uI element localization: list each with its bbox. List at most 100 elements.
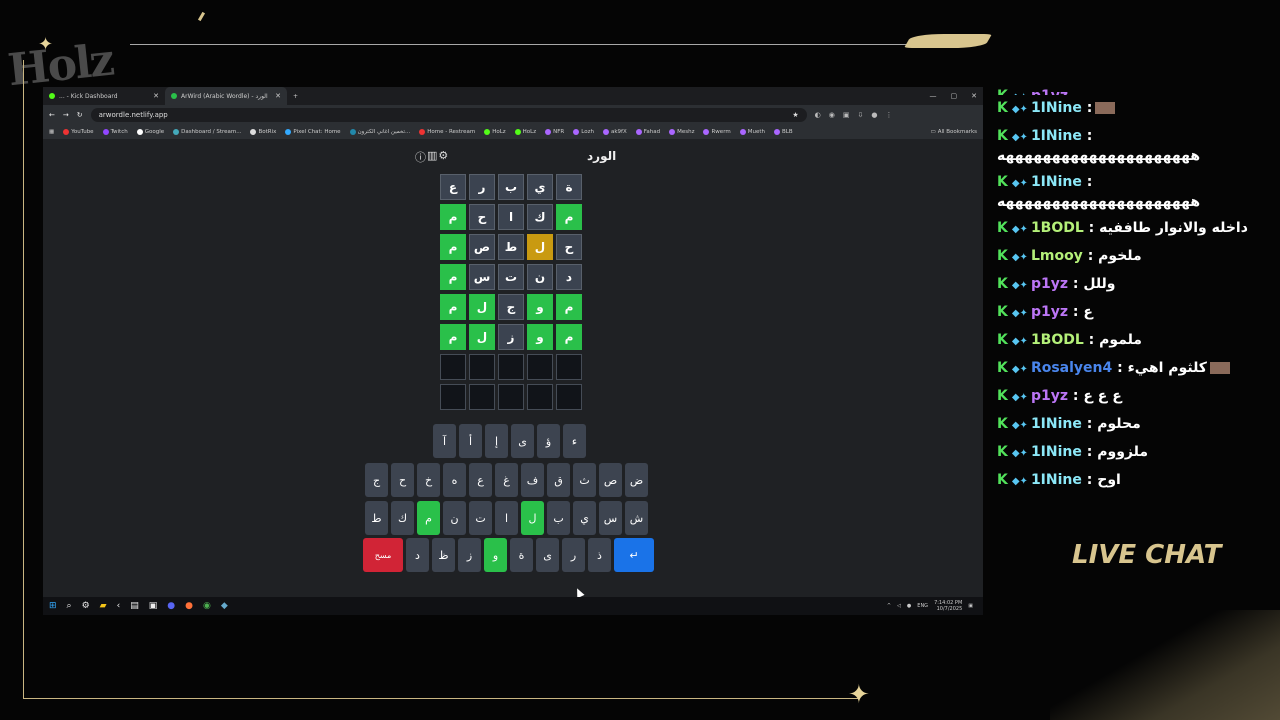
language-indicator[interactable]: ENG [917, 603, 928, 609]
bookmark-item[interactable]: BLB [773, 129, 793, 135]
keyboard-key[interactable]: ط [365, 501, 388, 535]
chat-username[interactable]: 1INine [1031, 100, 1082, 116]
chat-username[interactable]: 1INine [1031, 128, 1082, 144]
close-window-icon[interactable]: ✕ [971, 92, 977, 100]
tab-arwird[interactable]: ArWird (Arabic Wordle) - الورد ✕ [165, 87, 287, 105]
keyboard-key[interactable]: ع [469, 463, 492, 497]
chevron-up-icon[interactable]: ^ [887, 603, 891, 609]
keyboard-key[interactable]: ت [469, 501, 492, 535]
back-icon[interactable]: ← [49, 111, 55, 119]
settings-icon[interactable]: ⚙ [82, 601, 90, 611]
bookmark-item[interactable]: Fahad [635, 129, 660, 135]
chat-username[interactable]: 1INine [1031, 472, 1082, 488]
maximize-icon[interactable]: ▢ [951, 92, 958, 100]
enter-key[interactable]: ↵ [614, 538, 654, 572]
keyboard-key[interactable]: و [484, 538, 507, 572]
mic-icon[interactable]: ● [907, 603, 911, 609]
bookmark-item[interactable]: Mueth [739, 129, 765, 135]
chat-username[interactable]: 1INine [1031, 444, 1082, 460]
bookmark-item[interactable]: ak9fX [602, 129, 627, 135]
minimize-icon[interactable]: — [930, 92, 937, 100]
keyboard-key[interactable]: ن [443, 501, 466, 535]
extension-icon[interactable]: ▣ [843, 111, 850, 119]
speaker-icon[interactable]: ◁ [897, 603, 901, 609]
tab-kick-dashboard[interactable]: ... - Kick Dashboard ✕ [43, 87, 165, 105]
keyboard-key[interactable]: م [417, 501, 440, 535]
keyboard-key[interactable]: ج [365, 463, 388, 497]
chat-username[interactable]: p1yz [1031, 304, 1068, 320]
bookmark-item[interactable]: Meshz [669, 129, 694, 135]
keyboard-key[interactable]: إ [485, 424, 508, 458]
bookmark-item[interactable]: NFR [545, 129, 564, 135]
keyboard-key[interactable]: ب [547, 501, 570, 535]
star-bookmark-icon[interactable]: ★ [792, 111, 798, 119]
bookmark-item[interactable]: Pixel Chat: Home [285, 129, 341, 135]
keyboard-key[interactable]: ذ [588, 538, 611, 572]
bookmark-item[interactable]: YouTube [63, 129, 94, 135]
profile-avatar[interactable]: ● [871, 111, 877, 119]
keyboard-key[interactable]: ه [443, 463, 466, 497]
keyboard-key[interactable]: ث [573, 463, 596, 497]
bookmark-item[interactable]: BotRix [250, 129, 276, 135]
bookmark-item[interactable]: Rwerm [703, 129, 731, 135]
keyboard-key[interactable]: ز [458, 538, 481, 572]
bookmark-item[interactable]: Lozh [573, 129, 594, 135]
keyboard-key[interactable]: ى [536, 538, 559, 572]
bookmark-item[interactable]: Dashboard / Stream... [173, 129, 241, 135]
close-icon[interactable]: ✕ [153, 92, 159, 100]
keyboard-key[interactable]: آ [433, 424, 456, 458]
close-icon[interactable]: ✕ [275, 92, 281, 100]
keyboard-key[interactable]: ة [510, 538, 533, 572]
keyboard-key[interactable]: ص [599, 463, 622, 497]
keyboard-key[interactable]: أ [459, 424, 482, 458]
downloads-icon[interactable]: ⇩ [857, 111, 863, 119]
keyboard-key[interactable]: ض [625, 463, 648, 497]
firefox-icon[interactable]: ● [185, 601, 193, 611]
keyboard-key[interactable]: ح [391, 463, 414, 497]
keyboard-key[interactable]: ظ [432, 538, 455, 572]
keyboard-key[interactable]: ؤ [537, 424, 560, 458]
keyboard-key[interactable]: س [599, 501, 622, 535]
forward-icon[interactable]: → [63, 111, 69, 119]
keyboard-key[interactable]: ي [573, 501, 596, 535]
bookmark-item[interactable]: Twitch [102, 129, 128, 135]
keyboard-key[interactable]: ء [563, 424, 586, 458]
app-icon[interactable]: ▤ [130, 601, 139, 611]
help-icon[interactable]: ⓘ [415, 149, 426, 165]
new-tab-button[interactable]: + [287, 87, 304, 105]
steam-icon[interactable]: ◆ [221, 601, 228, 611]
notification-icon[interactable]: ▣ [968, 603, 973, 609]
chat-username[interactable]: 1INine [1031, 174, 1082, 190]
keyboard-key[interactable]: خ [417, 463, 440, 497]
chat-username[interactable]: p1yz [1031, 276, 1068, 292]
keyboard-key[interactable]: ش [625, 501, 648, 535]
bookmark-item[interactable]: Home - Restream [419, 129, 475, 135]
extension-icon[interactable]: ◐ [815, 111, 821, 119]
settings-icon[interactable]: ⚙ [438, 149, 448, 165]
chrome-icon[interactable]: ◉ [203, 601, 211, 611]
keyboard-key[interactable]: ر [562, 538, 585, 572]
apps-icon[interactable]: ▦ [49, 129, 54, 135]
chat-username[interactable]: p1yz [1031, 388, 1068, 404]
app-icon[interactable]: ▣ [149, 601, 158, 611]
keyboard-key[interactable]: ل [521, 501, 544, 535]
bookmark-item[interactable]: Google [136, 129, 164, 135]
app-icon[interactable]: ‹ [117, 601, 121, 611]
clock[interactable]: 7:14:02 PM 10/7/2025 [934, 600, 962, 612]
keyboard-key[interactable]: ف [521, 463, 544, 497]
chat-username[interactable]: Lmooy [1031, 248, 1083, 264]
keyboard-key[interactable]: غ [495, 463, 518, 497]
all-bookmarks-button[interactable]: ▭ All Bookmarks [931, 129, 978, 135]
extension-icon[interactable]: ◉ [829, 111, 835, 119]
chat-username[interactable]: p1yz [1031, 88, 1068, 95]
delete-key[interactable]: مسح [363, 538, 403, 572]
keyboard-key[interactable]: ى [511, 424, 534, 458]
keyboard-key[interactable]: ك [391, 501, 414, 535]
file-explorer-icon[interactable]: ▰ [100, 601, 107, 611]
menu-icon[interactable]: ⋮ [885, 111, 892, 119]
reload-icon[interactable]: ↻ [77, 111, 83, 119]
bookmark-item[interactable]: تخمين اغاني الكترون... [349, 129, 410, 135]
chat-username[interactable]: 1BODL [1031, 220, 1084, 236]
windows-start-icon[interactable]: ⊞ [49, 601, 57, 611]
chat-username[interactable]: Rosalyen4 [1031, 360, 1112, 376]
